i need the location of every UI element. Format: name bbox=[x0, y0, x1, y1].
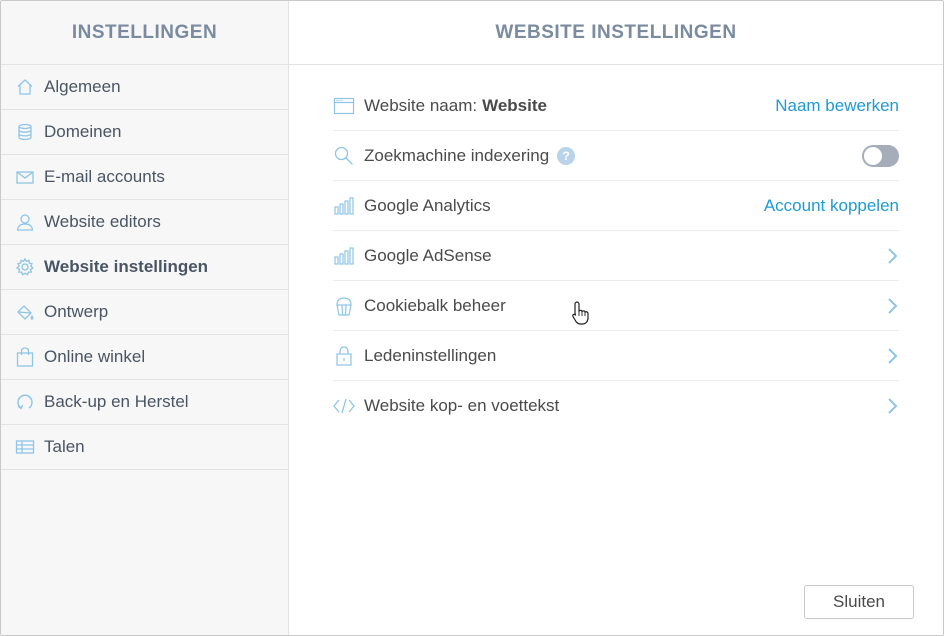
page-title: WEBSITE INSTELLINGEN bbox=[289, 1, 943, 65]
mail-icon bbox=[15, 167, 35, 187]
sidebar-item-label: Website editors bbox=[44, 212, 161, 231]
chevron-right-icon bbox=[885, 247, 899, 265]
setting-row-website-name: Website naam: Website Naam bewerken bbox=[333, 81, 899, 131]
database-icon bbox=[15, 122, 35, 142]
search-icon bbox=[333, 145, 355, 167]
sidebar-item-label: Talen bbox=[44, 437, 85, 456]
adsense-label: Google AdSense bbox=[364, 245, 492, 265]
main-panel: WEBSITE INSTELLINGEN Website naam: Websi… bbox=[289, 1, 943, 635]
sidebar-item-label: E-mail accounts bbox=[44, 167, 165, 186]
cookiebar-label: Cookiebalk beheer bbox=[364, 295, 506, 315]
sidebar-item-algemeen[interactable]: Algemeen bbox=[1, 65, 288, 110]
sidebar-item-backup-herstel[interactable]: Back-up en Herstel bbox=[1, 380, 288, 425]
cupcake-icon bbox=[333, 295, 355, 317]
bar-chart-icon bbox=[333, 245, 355, 267]
indexing-label: Zoekmachine indexering bbox=[364, 145, 550, 165]
setting-row-google-analytics: Google Analytics Account koppelen bbox=[333, 181, 899, 231]
website-name-label: Website naam: bbox=[364, 95, 478, 115]
header-footer-label: Website kop- en voettekst bbox=[364, 396, 560, 415]
user-icon bbox=[15, 212, 35, 232]
bar-chart-icon bbox=[333, 195, 355, 217]
sidebar-item-website-editors[interactable]: Website editors bbox=[1, 200, 288, 245]
browser-window-icon bbox=[333, 95, 355, 117]
setting-row-indexing: Zoekmachine indexering ? bbox=[333, 131, 899, 181]
sidebar-item-online-winkel[interactable]: Online winkel bbox=[1, 335, 288, 380]
restore-icon bbox=[15, 392, 35, 412]
edit-name-link[interactable]: Naam bewerken bbox=[775, 96, 899, 116]
setting-row-members[interactable]: Ledeninstellingen bbox=[333, 331, 899, 381]
settings-dialog: INSTELLINGEN Algemeen Domeinen E-mail ac… bbox=[0, 0, 944, 636]
sidebar-item-label: Ontwerp bbox=[44, 302, 109, 321]
sidebar-item-label: Domeinen bbox=[44, 122, 122, 141]
setting-row-cookiebar[interactable]: Cookiebalk beheer bbox=[333, 281, 899, 331]
code-icon bbox=[333, 395, 355, 417]
sidebar-item-label: Back-up en Herstel bbox=[44, 392, 189, 411]
connect-account-link[interactable]: Account koppelen bbox=[764, 196, 899, 216]
chevron-right-icon bbox=[885, 397, 899, 415]
sidebar-item-label: Website instellingen bbox=[44, 257, 209, 276]
sidebar-item-website-instellingen[interactable]: Website instellingen bbox=[1, 245, 288, 290]
languages-icon bbox=[15, 437, 35, 457]
shopping-bag-icon bbox=[15, 347, 35, 367]
close-button[interactable]: Sluiten bbox=[804, 585, 914, 619]
chevron-right-icon bbox=[885, 347, 899, 365]
help-icon[interactable]: ? bbox=[557, 146, 576, 165]
paint-bucket-icon bbox=[15, 302, 35, 322]
gear-icon bbox=[15, 257, 35, 277]
hand-cursor-icon bbox=[572, 301, 589, 325]
analytics-label: Google Analytics bbox=[364, 195, 491, 215]
chevron-right-icon bbox=[885, 297, 899, 315]
sidebar-item-ontwerp[interactable]: Ontwerp bbox=[1, 290, 288, 335]
home-icon bbox=[15, 77, 35, 97]
indexing-toggle[interactable] bbox=[862, 144, 899, 167]
setting-row-google-adsense[interactable]: Google AdSense bbox=[333, 231, 899, 281]
settings-list: Website naam: Website Naam bewerken Zoek… bbox=[333, 81, 899, 431]
sidebar-item-label: Online winkel bbox=[44, 347, 146, 366]
website-name-value: Website bbox=[482, 95, 547, 115]
sidebar: INSTELLINGEN Algemeen Domeinen E-mail ac… bbox=[1, 1, 289, 635]
sidebar-title: INSTELLINGEN bbox=[1, 1, 288, 65]
sidebar-item-label: Algemeen bbox=[44, 77, 121, 96]
sidebar-item-talen[interactable]: Talen bbox=[1, 425, 288, 470]
setting-row-header-footer[interactable]: Website kop- en voettekst bbox=[333, 381, 899, 431]
members-label: Ledeninstellingen bbox=[364, 345, 497, 365]
sidebar-item-email-accounts[interactable]: E-mail accounts bbox=[1, 155, 288, 200]
lock-icon bbox=[333, 345, 355, 367]
sidebar-item-domeinen[interactable]: Domeinen bbox=[1, 110, 288, 155]
